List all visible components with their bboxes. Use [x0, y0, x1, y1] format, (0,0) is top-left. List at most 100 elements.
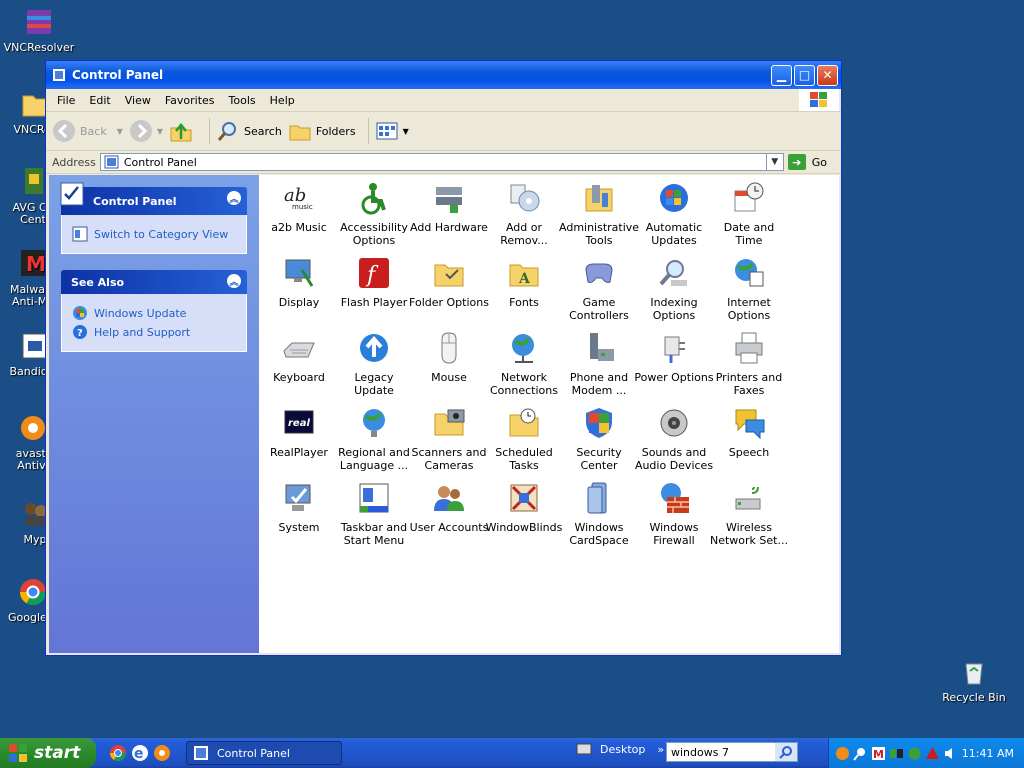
volume-tray-icon[interactable] [943, 746, 958, 761]
desktop-toolbar[interactable]: Desktop » [576, 742, 664, 756]
taskbar-item-control-panel[interactable]: Control Panel [186, 741, 342, 765]
item-label: Windows [649, 521, 699, 534]
item-label: Flash Player [340, 296, 408, 309]
collapse-chevron-icon[interactable]: ︽ [227, 274, 241, 288]
item-realplayer[interactable]: real RealPlayer [259, 406, 339, 459]
item-printers-and-faxes[interactable]: Printers and Faxes [709, 331, 789, 397]
minimize-button[interactable]: ▁ [771, 64, 792, 86]
item-speech[interactable]: Speech [709, 406, 789, 459]
menu-favorites[interactable]: Favorites [158, 94, 222, 107]
item-windows-cardspace[interactable]: Windows CardSpace [559, 481, 639, 547]
item-internet-options[interactable]: Internet Options [709, 256, 789, 322]
item-fonts[interactable]: A Fonts [484, 256, 564, 309]
category-view-icon [72, 226, 88, 242]
chevron-down-icon[interactable]: ▼ [117, 127, 123, 136]
folders-button[interactable]: Folders [288, 119, 356, 143]
menu-tools[interactable]: Tools [222, 94, 263, 107]
switch-to-category-view-link[interactable]: Switch to Category View [72, 226, 236, 242]
item-folder-options[interactable]: Folder Options [409, 256, 489, 309]
item-label: Network Set... [710, 534, 788, 547]
item-mouse[interactable]: Mouse [409, 331, 489, 384]
security-shield-icon [582, 406, 616, 440]
item-power-options[interactable]: Power Options [634, 331, 714, 384]
item-label: Taskbar and [340, 521, 408, 534]
scheduled-tasks-icon [507, 406, 541, 440]
chevron-down-icon[interactable]: ▼ [403, 127, 409, 136]
help-and-support-link[interactable]: ? Help and Support [72, 324, 236, 340]
item-game-controllers[interactable]: Game Controllers [559, 256, 639, 322]
search-tray-icon[interactable] [853, 746, 868, 761]
item-security-center[interactable]: Security Center [559, 406, 639, 472]
menu-file[interactable]: File [50, 94, 82, 107]
item-windows-firewall[interactable]: Windows Firewall [634, 481, 714, 547]
item-display[interactable]: Display [259, 256, 339, 309]
chrome-icon[interactable] [108, 743, 128, 763]
item-indexing-options[interactable]: Indexing Options [634, 256, 714, 322]
item-automatic-updates[interactable]: Automatic Updates [634, 181, 714, 247]
address-input[interactable]: Control Panel ▼ [99, 153, 784, 171]
realplayer-icon: real [282, 406, 316, 440]
close-button[interactable]: ✕ [817, 64, 838, 86]
item-network-connections[interactable]: Network Connections [484, 331, 564, 397]
avast-tray-icon[interactable] [835, 746, 850, 761]
item-administrative-tools[interactable]: Administrative Tools [559, 181, 639, 247]
date-time-icon [732, 181, 766, 215]
item-add-hardware[interactable]: Add Hardware [409, 181, 489, 234]
speaker-icon [657, 406, 691, 440]
malwarebytes-tray-icon[interactable]: M [871, 746, 886, 761]
menu-edit[interactable]: Edit [82, 94, 117, 107]
chevron-down-icon[interactable]: ▼ [157, 127, 163, 136]
item-windowblinds[interactable]: WindowBlinds [484, 481, 564, 534]
security-alert-tray-icon[interactable] [925, 746, 940, 761]
windows-update-link[interactable]: Windows Update [72, 305, 236, 321]
administrative-tools-icon [582, 181, 616, 215]
go-button[interactable]: ➔ Go [787, 154, 827, 170]
item-date-and-time[interactable]: Date and Time [709, 181, 789, 247]
address-dropdown-button[interactable]: ▼ [765, 154, 783, 170]
up-folder-button[interactable] [169, 119, 197, 143]
title-bar[interactable]: Control Panel ▁ □ ✕ [46, 61, 841, 89]
avast-icon[interactable] [152, 743, 172, 763]
item-label: Automatic [645, 221, 703, 234]
search-icon[interactable] [775, 743, 797, 761]
item-legacy-update[interactable]: Legacy Update [334, 331, 414, 397]
item-keyboard[interactable]: Keyboard [259, 331, 339, 384]
internet-explorer-icon[interactable]: e [130, 743, 150, 763]
item-flash-player[interactable]: f Flash Player [334, 256, 414, 309]
menu-view[interactable]: View [118, 94, 158, 107]
desktop-icon-recycle-bin[interactable]: Recycle Bin [937, 656, 1011, 704]
go-label: Go [811, 155, 827, 169]
svg-text:A: A [518, 271, 531, 287]
item-sounds-and-audio-devices[interactable]: Sounds and Audio Devices [634, 406, 714, 472]
go-arrow-icon: ➔ [787, 154, 806, 170]
start-button[interactable]: start [0, 738, 96, 768]
control-panel-box-body: Switch to Category View [61, 215, 247, 254]
search-button[interactable]: Search [216, 119, 282, 143]
item-system[interactable]: System [259, 481, 339, 534]
item-add-or-remove-programs[interactable]: Add or Remov... [484, 181, 564, 247]
item-user-accounts[interactable]: User Accounts [409, 481, 489, 534]
see-also-header[interactable]: See Also ︽ [61, 270, 247, 294]
item-scheduled-tasks[interactable]: Scheduled Tasks [484, 406, 564, 472]
back-button[interactable]: Back ▼ [52, 119, 123, 143]
item-phone-and-modem[interactable]: Phone and Modem ... [559, 331, 639, 397]
update-tray-icon[interactable] [907, 746, 922, 761]
item-taskbar-and-start-menu[interactable]: Taskbar and Start Menu [334, 481, 414, 547]
item-accessibility-options[interactable]: Accessibility Options [334, 181, 414, 247]
views-button[interactable]: ▼ [375, 119, 409, 143]
toolbar-chevron-icon[interactable]: » [657, 743, 664, 756]
network-tray-icon[interactable] [889, 746, 904, 761]
collapse-chevron-icon[interactable]: ︽ [227, 191, 241, 205]
desktop-icon-vncresolver[interactable]: VNCResolver [2, 6, 76, 54]
item-regional-and-language[interactable]: Regional and Language ... [334, 406, 414, 472]
maximize-button[interactable]: □ [794, 64, 815, 86]
forward-button[interactable]: ▼ [129, 119, 163, 143]
menu-help[interactable]: Help [263, 94, 302, 107]
control-panel-box-header[interactable]: Control Panel ︽ [60, 182, 247, 215]
item-wireless-network-setup[interactable]: Wireless Network Set... [709, 481, 789, 547]
views-icon [376, 122, 398, 140]
item-scanners-and-cameras[interactable]: Scanners and Cameras [409, 406, 489, 472]
taskbar-search-input[interactable]: windows 7 [666, 742, 798, 762]
item-a2b-music[interactable]: ab music a2b Music [259, 181, 339, 234]
item-label: System [278, 521, 320, 534]
